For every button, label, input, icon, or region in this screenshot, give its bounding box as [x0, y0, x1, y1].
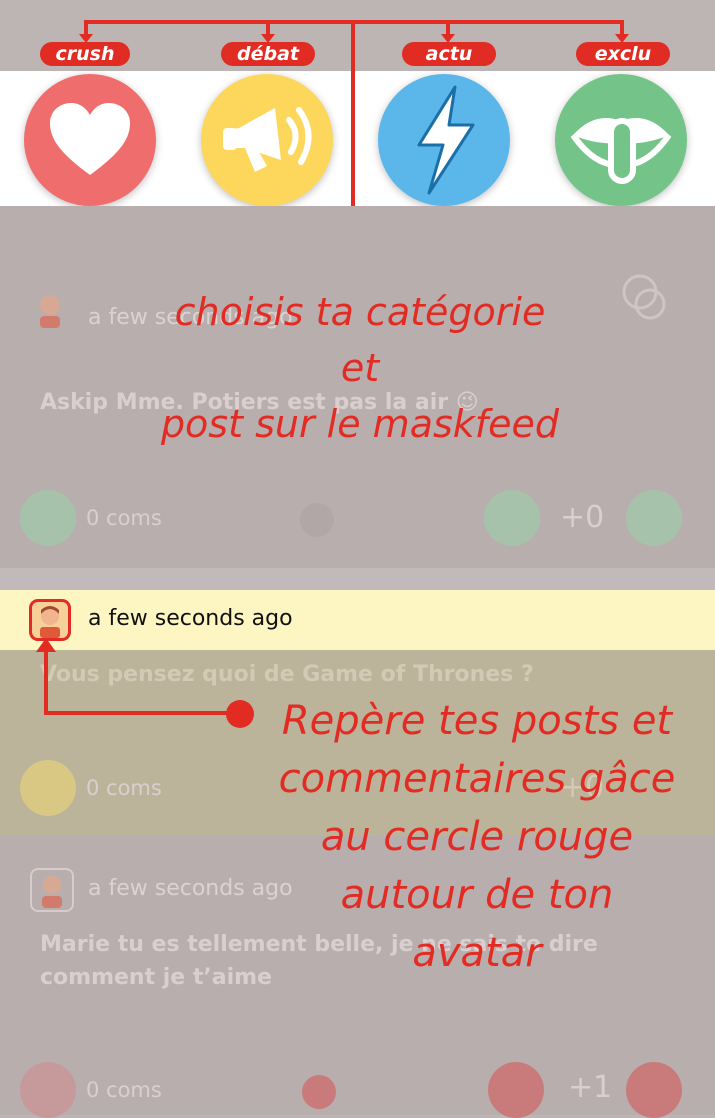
annotation-line	[44, 711, 234, 715]
thumbs-up-icon[interactable]	[484, 490, 540, 546]
annotation-line-5: avatar	[412, 930, 542, 976]
annotation-text-top: choisis ta catégorie et post sur le mask…	[60, 284, 660, 452]
annotation-line-2: commentaires gâce	[278, 756, 676, 802]
category-crush-button[interactable]	[24, 74, 156, 206]
category-exclu-button[interactable]	[555, 74, 687, 206]
vote-score: +0	[560, 500, 605, 535]
post-timestamp: a few seconds ago	[88, 606, 293, 631]
annotation-arrowheads	[79, 34, 629, 43]
annotation-line-4: autour de ton	[340, 872, 614, 918]
annotation-line-3: au cercle rouge	[320, 814, 634, 860]
delete-icon[interactable]	[300, 503, 334, 537]
annotation-line-1: Repère tes posts et	[281, 698, 673, 744]
vote-score: +1	[568, 1070, 613, 1105]
annotation-line-1: choisis ta catégorie	[174, 290, 546, 334]
card-separator	[0, 568, 715, 590]
post-text: Vous pensez quoi de Game of Thrones ?	[40, 662, 534, 687]
mask-pen-icon[interactable]	[20, 1062, 76, 1118]
comment-count[interactable]: 0 coms	[86, 776, 162, 800]
annotation-text-bottom: Repère tes posts et commentaires gâce au…	[262, 692, 692, 982]
thumbs-up-icon[interactable]	[488, 1062, 544, 1118]
mask-pen-icon[interactable]	[20, 760, 76, 816]
delete-icon[interactable]	[302, 1075, 336, 1109]
secret-lips-icon	[571, 118, 671, 184]
annotation-arrowhead	[36, 638, 56, 652]
avatar	[30, 868, 74, 912]
comment-count[interactable]: 0 coms	[86, 1078, 162, 1102]
annotation-dot	[226, 700, 254, 728]
heart-icon	[50, 103, 130, 175]
mask-pen-icon[interactable]	[20, 490, 76, 546]
comment-count[interactable]: 0 coms	[86, 506, 162, 530]
megaphone-icon	[223, 107, 312, 172]
annotation-line	[44, 650, 48, 714]
my-avatar	[29, 599, 71, 641]
category-actu-button[interactable]	[378, 74, 510, 206]
thumbs-down-icon[interactable]	[626, 490, 682, 546]
category-debat-button[interactable]	[201, 74, 333, 206]
annotation-line-2: et	[340, 346, 380, 390]
thumbs-down-icon[interactable]	[626, 1062, 682, 1118]
lightning-icon	[417, 85, 475, 195]
annotation-line-3: post sur le maskfeed	[160, 402, 560, 446]
